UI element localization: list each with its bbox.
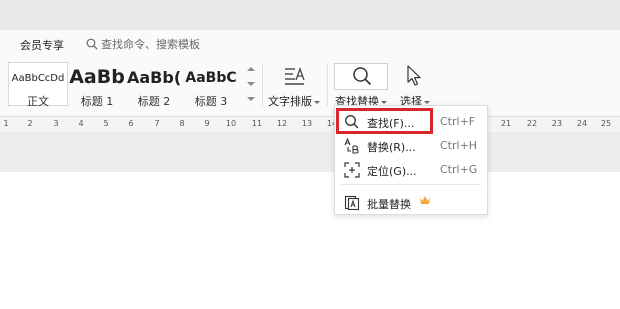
divider xyxy=(262,64,263,106)
ruler-number: 1 xyxy=(3,119,9,128)
command-search[interactable]: 查找命令、搜索模板 xyxy=(86,36,200,52)
style-heading-1[interactable]: AaBb 标题 1 xyxy=(68,62,126,108)
find-replace-menu: 查找(F)... Ctrl+F 替换(R)... Ctrl+H 定位(G)...… xyxy=(334,105,488,215)
ruler-number: 23 xyxy=(551,119,563,128)
style-sample: AaBb( xyxy=(127,68,181,87)
ruler-number: 10 xyxy=(225,119,237,128)
horizontal-ruler: 1 2 3 4 5 6 7 8 9 10 11 12 13 14 21 22 23 24 25 xyxy=(0,116,620,132)
caret-down-icon xyxy=(381,100,387,104)
ruler-number: 9 xyxy=(204,119,210,128)
menu-item-batch-replace[interactable]: 批量替换 xyxy=(337,191,485,215)
menu-item-replace[interactable]: 替换(R)... Ctrl+H xyxy=(337,134,485,158)
ribbon: AaBbCcDd 正文 AaBb 标题 1 AaBb( 标题 2 AaBbC 标… xyxy=(0,56,620,116)
menu-item-label: 批量替换 xyxy=(367,198,411,211)
ruler-number: 4 xyxy=(78,119,84,128)
search-placeholder: 查找命令、搜索模板 xyxy=(101,38,200,51)
chevron-up-icon[interactable] xyxy=(247,67,255,71)
crown-icon xyxy=(420,196,430,204)
ruler-number: 22 xyxy=(526,119,538,128)
magnifier-icon xyxy=(353,67,372,86)
menu-item-find[interactable]: 查找(F)... Ctrl+F xyxy=(336,108,485,134)
style-gallery-scroll[interactable] xyxy=(245,64,257,104)
menu-item-label: 定位(G)... xyxy=(367,165,417,178)
style-normal[interactable]: AaBbCcDd 正文 xyxy=(8,62,68,108)
menu-shortcut: Ctrl+H xyxy=(440,139,478,152)
text-layout-label: 文字排版 xyxy=(266,93,322,109)
ruler-number: 24 xyxy=(576,119,588,128)
style-sample: AaBbC xyxy=(185,70,237,86)
ruler-number: 8 xyxy=(179,119,185,128)
replace-icon xyxy=(344,138,359,154)
style-label: 标题 3 xyxy=(194,95,228,108)
menu-item-label: 替换(R)... xyxy=(367,141,416,154)
cursor-arrow-icon xyxy=(407,65,421,86)
ruler-number: 6 xyxy=(128,119,134,128)
style-label: 标题 1 xyxy=(80,95,114,108)
ruler-number: 3 xyxy=(53,119,59,128)
menu-shortcut: Ctrl+F xyxy=(440,115,476,128)
style-label: 正文 xyxy=(27,95,49,108)
title-bar xyxy=(0,0,620,30)
menu-item-label: 查找(F)... xyxy=(367,117,415,130)
ruler-number: 21 xyxy=(500,119,512,128)
style-heading-3[interactable]: AaBbC 标题 3 xyxy=(182,62,240,108)
expand-gallery-icon[interactable] xyxy=(247,97,255,101)
search-icon xyxy=(86,38,98,50)
batch-replace-icon xyxy=(344,195,360,211)
style-heading-2[interactable]: AaBb( 标题 2 xyxy=(126,62,182,108)
ruler-number: 12 xyxy=(276,119,288,128)
document-page[interactable] xyxy=(0,172,620,309)
document-margin xyxy=(0,132,620,172)
ruler-number: 7 xyxy=(154,119,160,128)
caret-down-icon xyxy=(314,100,320,104)
search-icon xyxy=(345,115,359,129)
text-layout-button[interactable]: 文字排版 xyxy=(266,60,322,112)
style-sample: AaBbCcDd xyxy=(11,73,65,84)
text-layout-icon xyxy=(285,67,305,85)
ruler-number: 11 xyxy=(251,119,263,128)
style-label: 标题 2 xyxy=(137,95,171,108)
find-replace-icon-box[interactable] xyxy=(334,63,388,90)
ruler-number: 13 xyxy=(301,119,313,128)
menu-shortcut: Ctrl+G xyxy=(440,163,478,176)
ruler-number: 5 xyxy=(103,119,109,128)
menu-item-goto[interactable]: 定位(G)... Ctrl+G xyxy=(337,158,485,182)
style-sample: AaBb xyxy=(69,66,125,88)
menu-divider xyxy=(341,184,481,185)
tab-vip[interactable]: 会员专享 xyxy=(20,37,64,53)
ruler-number: 25 xyxy=(600,119,612,128)
goto-icon xyxy=(344,162,360,178)
caret-down-icon xyxy=(424,100,430,104)
divider xyxy=(327,64,328,106)
chevron-down-icon[interactable] xyxy=(247,82,255,86)
ruler-number: 2 xyxy=(27,119,33,128)
tab-bar: 会员专享 查找命令、搜索模板 xyxy=(0,30,620,56)
